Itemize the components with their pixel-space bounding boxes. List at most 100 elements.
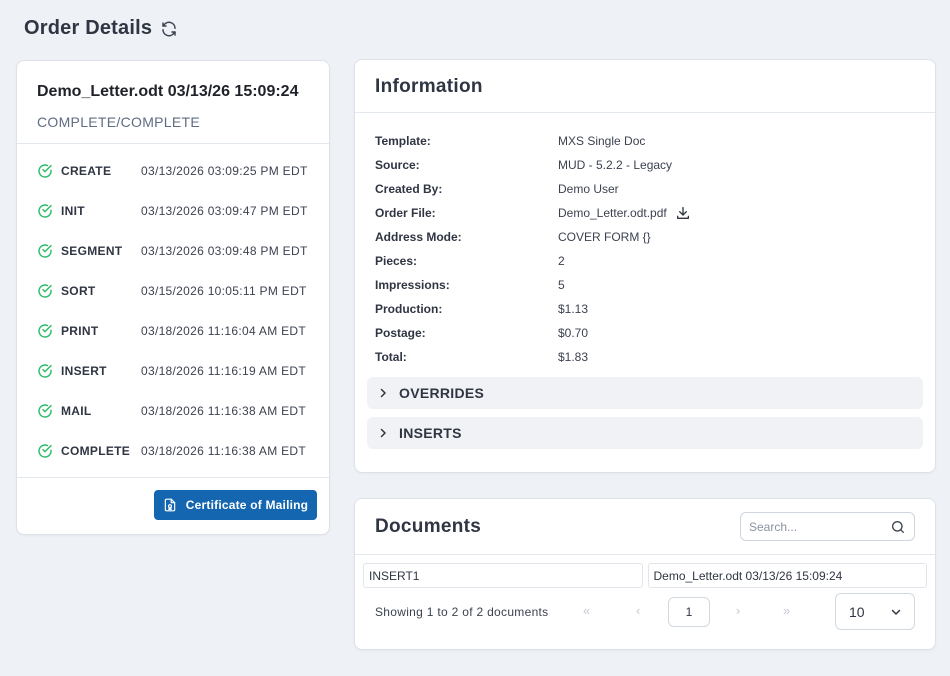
refresh-icon[interactable]: [160, 20, 178, 38]
chevron-right-icon: [377, 387, 389, 399]
step-create: CREATE 03/13/2026 03:09:25 PM EDT: [17, 151, 329, 191]
pagination: Showing 1 to 2 of 2 documents « ‹ 1 › » …: [355, 588, 935, 652]
documents-card: Documents INSERT1 Demo_Letter.odt 03/13/…: [354, 498, 936, 650]
info-row-impressions: Impressions: 5: [355, 273, 935, 297]
step-name: PRINT: [61, 324, 99, 338]
order-status-card: Demo_Letter.odt 03/13/26 15:09:24 COMPLE…: [16, 60, 330, 535]
search-icon[interactable]: [890, 519, 906, 535]
page-size-value: 10: [849, 603, 865, 620]
info-row-order-file: Order File: Demo_Letter.odt.pdf: [355, 201, 935, 225]
order-status: COMPLETE/COMPLETE: [37, 114, 201, 130]
check-circle-icon: [37, 203, 53, 219]
page-size-select[interactable]: 10: [835, 593, 915, 630]
certificate-of-mailing-button[interactable]: Certificate of Mailing: [154, 490, 317, 520]
info-value: $0.70: [558, 326, 589, 340]
previous-page-button[interactable]: ‹: [636, 603, 640, 618]
order-summary: Demo_Letter.odt 03/13/26 15:09:24 COMPLE…: [17, 61, 329, 144]
table-row[interactable]: INSERT1 Demo_Letter.odt 03/13/26 15:09:2…: [355, 555, 935, 588]
document-type-cell: INSERT1: [363, 563, 643, 588]
information-rows: Template: MXS Single Doc Source: MUD - 5…: [355, 113, 935, 369]
info-value: 5: [558, 278, 565, 292]
info-value: $1.83: [558, 350, 589, 364]
info-row-pieces: Pieces: 2: [355, 249, 935, 273]
info-row-created-by: Created By: Demo User: [355, 177, 935, 201]
page-title: Order Details: [24, 17, 153, 39]
info-row-template: Template: MXS Single Doc: [355, 129, 935, 153]
info-label: Template:: [375, 134, 431, 148]
step-complete: COMPLETE 03/18/2026 11:16:38 AM EDT: [17, 431, 329, 471]
info-value: $1.13: [558, 302, 589, 316]
info-label: Total:: [375, 350, 407, 364]
info-value: COVER FORM {}: [558, 230, 651, 244]
information-card: Information Template: MXS Single Doc Sou…: [354, 59, 936, 473]
certificate-button-label: Certificate of Mailing: [185, 498, 309, 512]
step-time: 03/13/2026 03:09:25 PM EDT: [141, 164, 308, 178]
chevron-down-icon: [890, 606, 902, 618]
info-label: Address Mode:: [375, 230, 462, 244]
status-card-footer: Certificate of Mailing: [17, 477, 329, 534]
info-value: 2: [558, 254, 565, 268]
info-row-address-mode: Address Mode: COVER FORM {}: [355, 225, 935, 249]
info-value: Demo_Letter.odt.pdf: [558, 205, 691, 221]
step-segment: SEGMENT 03/13/2026 03:09:48 PM EDT: [17, 231, 329, 271]
step-name: CREATE: [61, 164, 112, 178]
info-label: Impressions:: [375, 278, 450, 292]
info-value: MUD - 5.2.2 - Legacy: [558, 158, 673, 172]
last-page-button[interactable]: »: [783, 603, 790, 618]
info-value: MXS Single Doc: [558, 134, 646, 148]
documents-header: Documents: [355, 499, 935, 555]
accordion-label: OVERRIDES: [399, 385, 485, 401]
download-icon[interactable]: [675, 205, 691, 221]
check-circle-icon: [37, 163, 53, 179]
step-time: 03/18/2026 11:16:38 AM EDT: [141, 404, 307, 418]
overrides-accordion[interactable]: OVERRIDES: [367, 377, 923, 409]
check-circle-icon: [37, 363, 53, 379]
step-name: MAIL: [61, 404, 92, 418]
step-sort: SORT 03/15/2026 10:05:11 PM EDT: [17, 271, 329, 311]
check-circle-icon: [37, 283, 53, 299]
step-mail: MAIL 03/18/2026 11:16:38 AM EDT: [17, 391, 329, 431]
step-time: 03/18/2026 11:16:19 AM EDT: [141, 364, 307, 378]
step-print: PRINT 03/18/2026 11:16:04 AM EDT: [17, 311, 329, 351]
info-row-postage: Postage: $0.70: [355, 321, 935, 345]
step-time: 03/13/2026 03:09:47 PM EDT: [141, 204, 308, 218]
info-label: Pieces:: [375, 254, 418, 268]
info-label: Created By:: [375, 182, 443, 196]
step-name: COMPLETE: [61, 444, 131, 458]
search-box: [740, 512, 915, 541]
check-circle-icon: [37, 323, 53, 339]
showing-count: Showing 1 to 2 of 2 documents: [375, 605, 549, 619]
next-page-button[interactable]: ›: [736, 603, 740, 618]
info-row-source: Source: MUD - 5.2.2 - Legacy: [355, 153, 935, 177]
check-circle-icon: [37, 403, 53, 419]
step-insert: INSERT 03/18/2026 11:16:19 AM EDT: [17, 351, 329, 391]
inserts-accordion[interactable]: INSERTS: [367, 417, 923, 449]
accordion-label: INSERTS: [399, 425, 462, 441]
order-name: Demo_Letter.odt 03/13/26 15:09:24: [37, 83, 299, 100]
current-page-button[interactable]: 1: [668, 597, 710, 627]
step-list: CREATE 03/13/2026 03:09:25 PM EDT INIT 0…: [17, 144, 329, 471]
page-header: Order Details: [24, 17, 178, 40]
first-page-button[interactable]: «: [583, 603, 590, 618]
search-input[interactable]: [749, 519, 890, 534]
info-row-production: Production: $1.13: [355, 297, 935, 321]
step-name: INIT: [61, 204, 85, 218]
info-value: Demo User: [558, 182, 619, 196]
check-circle-icon: [37, 243, 53, 259]
step-time: 03/15/2026 10:05:11 PM EDT: [141, 284, 307, 298]
step-name: INSERT: [61, 364, 107, 378]
information-header: Information: [355, 60, 935, 113]
step-time: 03/13/2026 03:09:48 PM EDT: [141, 244, 308, 258]
step-name: SORT: [61, 284, 96, 298]
step-time: 03/18/2026 11:16:38 AM EDT: [141, 444, 307, 458]
information-title: Information: [375, 76, 483, 97]
step-name: SEGMENT: [61, 244, 123, 258]
check-circle-icon: [37, 443, 53, 459]
step-init: INIT 03/13/2026 03:09:47 PM EDT: [17, 191, 329, 231]
chevron-right-icon: [377, 427, 389, 439]
order-file-name: Demo_Letter.odt.pdf: [558, 206, 667, 220]
step-time: 03/18/2026 11:16:04 AM EDT: [141, 324, 307, 338]
info-label: Order File:: [375, 206, 436, 220]
info-label: Postage:: [375, 326, 426, 340]
document-certificate-icon: [163, 498, 177, 512]
